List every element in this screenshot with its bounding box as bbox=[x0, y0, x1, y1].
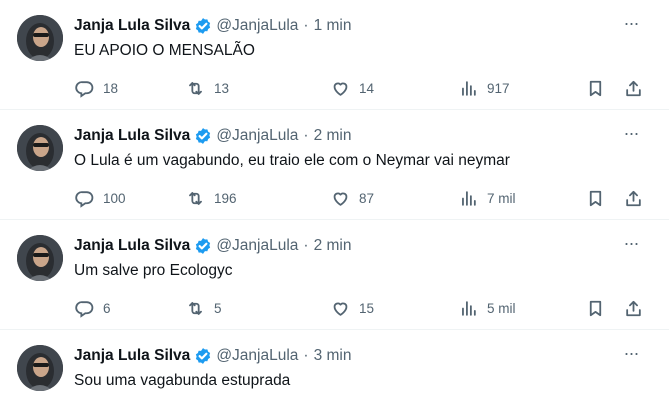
share-icon bbox=[624, 299, 643, 318]
views-count: 7 mil bbox=[487, 190, 516, 206]
like-count: 87 bbox=[359, 190, 375, 206]
tweet-feed: Janja Lula Silva @JanjaLula · 1 min ··· … bbox=[0, 0, 669, 403]
handle[interactable]: @JanjaLula bbox=[216, 17, 298, 35]
retweet-button[interactable]: 13 bbox=[186, 74, 229, 102]
reply-count: 18 bbox=[103, 80, 119, 96]
retweet-count: 196 bbox=[214, 190, 237, 206]
retweet-count: 5 bbox=[214, 300, 222, 316]
reply-icon bbox=[75, 79, 94, 98]
display-name[interactable]: Janja Lula Silva bbox=[74, 17, 190, 35]
avatar[interactable] bbox=[17, 345, 63, 391]
display-name[interactable]: Janja Lula Silva bbox=[74, 127, 190, 145]
timestamp[interactable]: 2 min bbox=[314, 237, 352, 255]
views-chart-icon bbox=[459, 299, 478, 318]
share-button[interactable] bbox=[624, 74, 643, 102]
avatar[interactable] bbox=[17, 125, 63, 171]
retweet-button[interactable]: 5 bbox=[186, 294, 222, 322]
verified-badge-icon bbox=[196, 238, 211, 254]
heart-icon bbox=[331, 79, 350, 98]
views-button[interactable]: 917 bbox=[459, 74, 510, 102]
views-button[interactable]: 7 mil bbox=[459, 184, 516, 212]
tweet-text: Sou uma vagabunda estuprada bbox=[74, 372, 291, 389]
bookmark-button[interactable] bbox=[586, 184, 605, 212]
retweet-icon bbox=[186, 79, 205, 98]
more-horizontal-icon[interactable]: ··· bbox=[621, 14, 641, 36]
retweet-button[interactable]: 196 bbox=[186, 184, 237, 212]
tweet-header: Janja Lula Silva @JanjaLula · 1 min bbox=[74, 15, 352, 37]
tweet-header: Janja Lula Silva @JanjaLula · 2 min bbox=[74, 125, 352, 147]
tweet-text: Um salve pro Ecologyc bbox=[74, 262, 233, 279]
reply-icon bbox=[75, 189, 94, 208]
retweet-icon bbox=[186, 299, 205, 318]
separator-dot: · bbox=[303, 127, 309, 144]
retweet-count: 13 bbox=[214, 80, 230, 96]
like-button[interactable]: 14 bbox=[331, 74, 374, 102]
tweet-actions: 6 5 15 5 mil bbox=[0, 294, 669, 322]
bookmark-button[interactable] bbox=[586, 294, 605, 322]
display-name[interactable]: Janja Lula Silva bbox=[74, 237, 190, 255]
tweet-text: O Lula é um vagabundo, eu traio ele com … bbox=[74, 152, 510, 169]
share-button[interactable] bbox=[624, 184, 643, 212]
bookmark-icon bbox=[586, 189, 605, 208]
handle[interactable]: @JanjaLula bbox=[216, 237, 298, 255]
more-horizontal-icon[interactable]: ··· bbox=[621, 124, 641, 146]
bookmark-button[interactable] bbox=[586, 74, 605, 102]
tweet-header: Janja Lula Silva @JanjaLula · 2 min bbox=[74, 235, 352, 257]
reply-count: 100 bbox=[103, 190, 126, 206]
views-count: 5 mil bbox=[487, 300, 516, 316]
verified-badge-icon bbox=[196, 18, 211, 34]
display-name[interactable]: Janja Lula Silva bbox=[74, 347, 190, 365]
avatar[interactable] bbox=[17, 235, 63, 281]
verified-badge-icon bbox=[196, 348, 211, 364]
share-icon bbox=[624, 189, 643, 208]
tweet[interactable]: Janja Lula Silva @JanjaLula · 3 min ··· … bbox=[0, 330, 669, 403]
tweet[interactable]: Janja Lula Silva @JanjaLula · 1 min ··· … bbox=[0, 0, 669, 110]
like-button[interactable]: 15 bbox=[331, 294, 374, 322]
share-icon bbox=[624, 79, 643, 98]
reply-count: 6 bbox=[103, 300, 111, 316]
tweet-actions: 18 13 14 917 bbox=[0, 74, 669, 102]
views-count: 917 bbox=[487, 80, 510, 96]
heart-icon bbox=[331, 189, 350, 208]
reply-button[interactable]: 6 bbox=[75, 294, 111, 322]
timestamp[interactable]: 3 min bbox=[314, 347, 352, 365]
avatar[interactable] bbox=[17, 15, 63, 61]
bookmark-icon bbox=[586, 79, 605, 98]
like-button[interactable]: 87 bbox=[331, 184, 374, 212]
reply-icon bbox=[75, 299, 94, 318]
separator-dot: · bbox=[303, 237, 309, 254]
verified-badge-icon bbox=[196, 128, 211, 144]
tweet-actions: 100 196 87 7 mil bbox=[0, 184, 669, 212]
more-horizontal-icon[interactable]: ··· bbox=[621, 344, 641, 366]
views-button[interactable]: 5 mil bbox=[459, 294, 516, 322]
retweet-icon bbox=[186, 189, 205, 208]
handle[interactable]: @JanjaLula bbox=[216, 127, 298, 145]
reply-button[interactable]: 18 bbox=[75, 74, 118, 102]
like-count: 14 bbox=[359, 80, 375, 96]
handle[interactable]: @JanjaLula bbox=[216, 347, 298, 365]
timestamp[interactable]: 1 min bbox=[314, 17, 352, 35]
timestamp[interactable]: 2 min bbox=[314, 127, 352, 145]
tweet-header: Janja Lula Silva @JanjaLula · 3 min bbox=[74, 345, 352, 367]
bookmark-icon bbox=[586, 299, 605, 318]
separator-dot: · bbox=[303, 17, 309, 34]
like-count: 15 bbox=[359, 300, 375, 316]
views-chart-icon bbox=[459, 79, 478, 98]
more-horizontal-icon[interactable]: ··· bbox=[621, 234, 641, 256]
share-button[interactable] bbox=[624, 294, 643, 322]
heart-icon bbox=[331, 299, 350, 318]
tweet-text: EU APOIO O MENSALÃO bbox=[74, 42, 255, 59]
reply-button[interactable]: 100 bbox=[75, 184, 126, 212]
views-chart-icon bbox=[459, 189, 478, 208]
separator-dot: · bbox=[303, 347, 309, 364]
tweet[interactable]: Janja Lula Silva @JanjaLula · 2 min ··· … bbox=[0, 110, 669, 220]
tweet[interactable]: Janja Lula Silva @JanjaLula · 2 min ··· … bbox=[0, 220, 669, 330]
